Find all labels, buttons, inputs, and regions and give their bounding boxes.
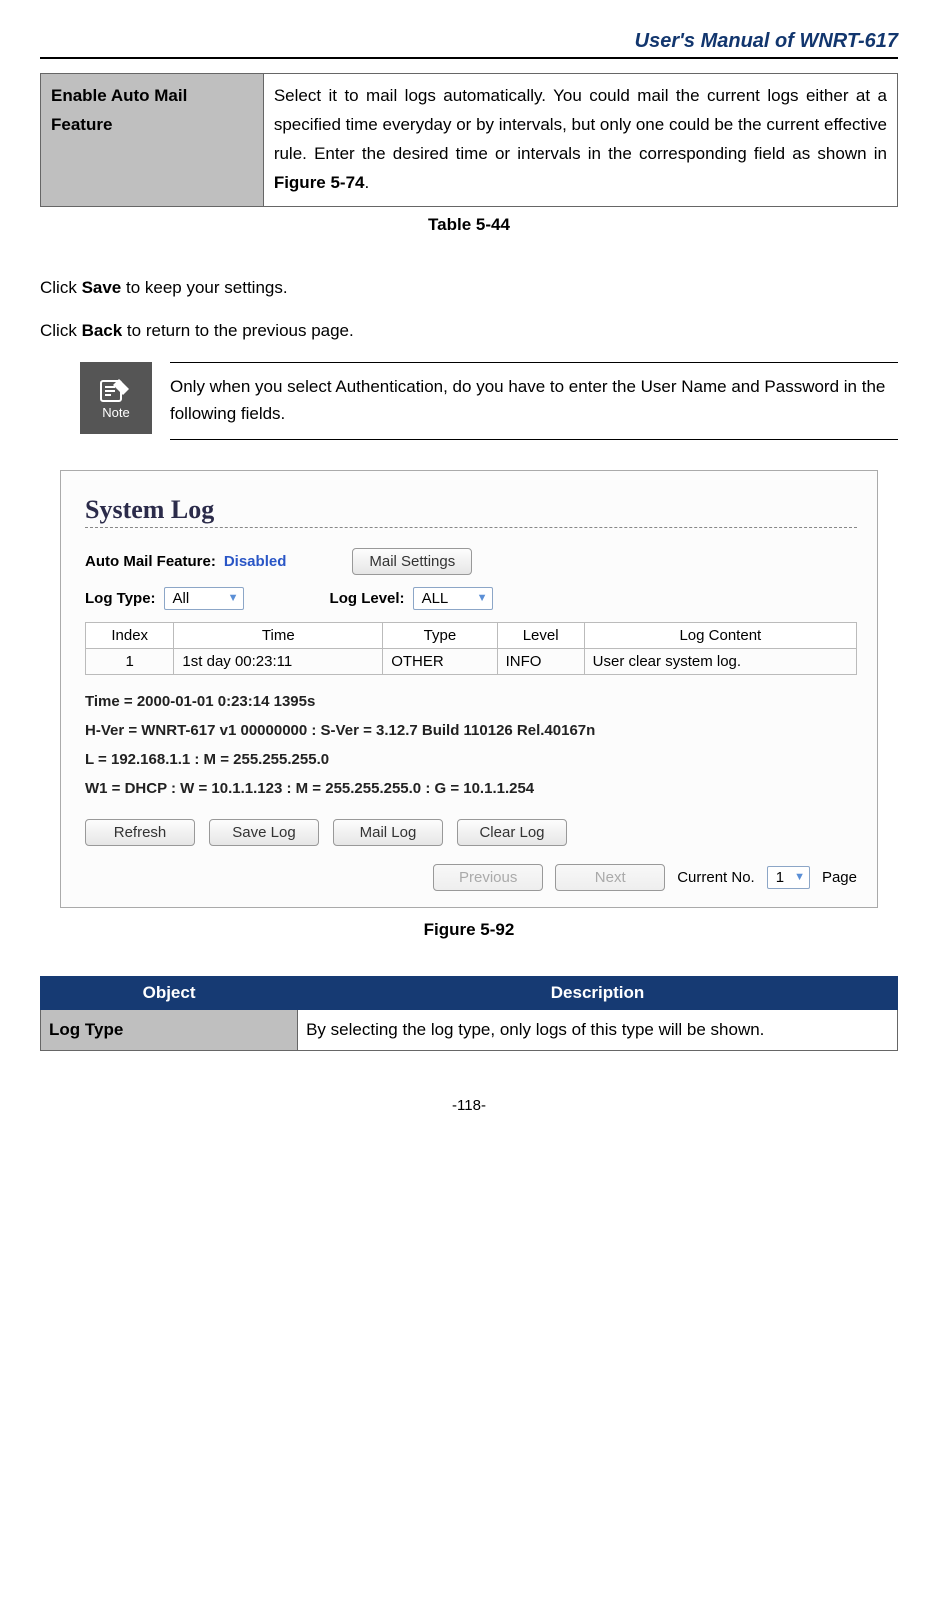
log-level-select[interactable]: ALL ▼ — [413, 587, 493, 610]
chevron-down-icon: ▼ — [228, 592, 239, 604]
note-text: Only when you select Authentication, do … — [170, 373, 898, 427]
system-log-divider — [85, 527, 857, 528]
table-row: Log Type By selecting the log type, only… — [41, 1009, 898, 1050]
log-type-value: All — [173, 590, 190, 607]
previous-button[interactable]: Previous — [433, 864, 543, 891]
body-text-back: Click Back to return to the previous pag… — [40, 318, 898, 344]
mail-log-button[interactable]: Mail Log — [333, 819, 443, 846]
page-suffix: Page — [822, 869, 857, 886]
cell-type: OTHER — [383, 648, 497, 674]
pager-row: Previous Next Current No. 1 ▼ Page — [85, 864, 857, 891]
col-object-header: Object — [41, 976, 298, 1009]
current-no-label: Current No. — [677, 869, 755, 886]
table-row: 1 1st day 00:23:11 OTHER INFO User clear… — [86, 648, 857, 674]
col-index: Index — [86, 622, 174, 648]
desc-suffix: . — [365, 173, 370, 192]
log-table-header: Index Time Type Level Log Content — [86, 622, 857, 648]
table-desc-cell: Select it to mail logs automatically. Yo… — [263, 74, 897, 207]
system-log-figure: System Log Auto Mail Feature: Disabled M… — [60, 470, 878, 908]
info-hver: H-Ver = WNRT-617 v1 00000000 : S-Ver = 3… — [85, 722, 857, 739]
back-word: Back — [82, 321, 123, 340]
note-top-rule — [170, 362, 898, 363]
cell-index: 1 — [86, 648, 174, 674]
cell-time: 1st day 00:23:11 — [174, 648, 383, 674]
save-log-button[interactable]: Save Log — [209, 819, 319, 846]
cell-level: INFO — [497, 648, 584, 674]
action-button-row: Refresh Save Log Mail Log Clear Log — [85, 819, 857, 846]
col-content: Log Content — [584, 622, 856, 648]
auto-mail-label: Auto Mail Feature: — [85, 553, 216, 570]
current-no-select[interactable]: 1 ▼ — [767, 866, 810, 889]
desc-text: Select it to mail logs automatically. Yo… — [274, 86, 887, 163]
note-pencil-icon — [99, 375, 133, 403]
auto-mail-value: Disabled — [224, 553, 287, 570]
desc-cell: By selecting the log type, only logs of … — [298, 1009, 898, 1050]
col-time: Time — [174, 622, 383, 648]
next-button[interactable]: Next — [555, 864, 665, 891]
info-wan: W1 = DHCP : W = 10.1.1.123 : M = 255.255… — [85, 780, 857, 797]
save-word: Save — [82, 278, 122, 297]
log-level-label: Log Level: — [330, 590, 405, 607]
log-type-label: Log Type: — [85, 590, 156, 607]
col-type: Type — [383, 622, 497, 648]
table-object-cell: Enable Auto Mail Feature — [41, 74, 264, 207]
note-bottom-rule — [170, 439, 898, 440]
t: to keep your settings. — [121, 278, 287, 297]
log-filters-row: Log Type: All ▼ Log Level: ALL ▼ — [85, 587, 857, 610]
page-header-title: User's Manual of WNRT-617 — [40, 30, 898, 57]
figure-caption: Figure 5-92 — [40, 920, 898, 940]
note-text-wrap: Only when you select Authentication, do … — [170, 362, 898, 440]
system-log-title: System Log — [85, 495, 857, 525]
table-caption: Table 5-44 — [40, 215, 898, 235]
t: to return to the previous page. — [122, 321, 354, 340]
clear-log-button[interactable]: Clear Log — [457, 819, 567, 846]
t: Click — [40, 321, 82, 340]
cell-content: User clear system log. — [584, 648, 856, 674]
col-level: Level — [497, 622, 584, 648]
log-type-select[interactable]: All ▼ — [164, 587, 244, 610]
note-block: Note Only when you select Authentication… — [80, 362, 898, 440]
body-text-save: Click Save to keep your settings. — [40, 275, 898, 301]
note-icon: Note — [80, 362, 152, 434]
enable-auto-mail-table: Enable Auto Mail Feature Select it to ma… — [40, 73, 898, 207]
chevron-down-icon: ▼ — [794, 871, 805, 883]
object-description-table: Object Description Log Type By selecting… — [40, 976, 898, 1051]
header-rule — [40, 57, 898, 59]
auto-mail-row: Auto Mail Feature: Disabled Mail Setting… — [85, 548, 857, 575]
note-label: Note — [102, 405, 129, 420]
desc-figure-ref: Figure 5-74 — [274, 173, 365, 192]
mail-settings-button[interactable]: Mail Settings — [352, 548, 472, 575]
t: Click — [40, 278, 82, 297]
log-table: Index Time Type Level Log Content 1 1st … — [85, 622, 857, 675]
info-time: Time = 2000-01-01 0:23:14 1395s — [85, 693, 857, 710]
log-level-value: ALL — [422, 590, 449, 607]
page-number: -118- — [40, 1097, 898, 1114]
chevron-down-icon: ▼ — [477, 592, 488, 604]
current-no-value: 1 — [776, 869, 784, 886]
col-description-header: Description — [298, 976, 898, 1009]
obj-cell: Log Type — [41, 1009, 298, 1050]
info-lan: L = 192.168.1.1 : M = 255.255.255.0 — [85, 751, 857, 768]
refresh-button[interactable]: Refresh — [85, 819, 195, 846]
